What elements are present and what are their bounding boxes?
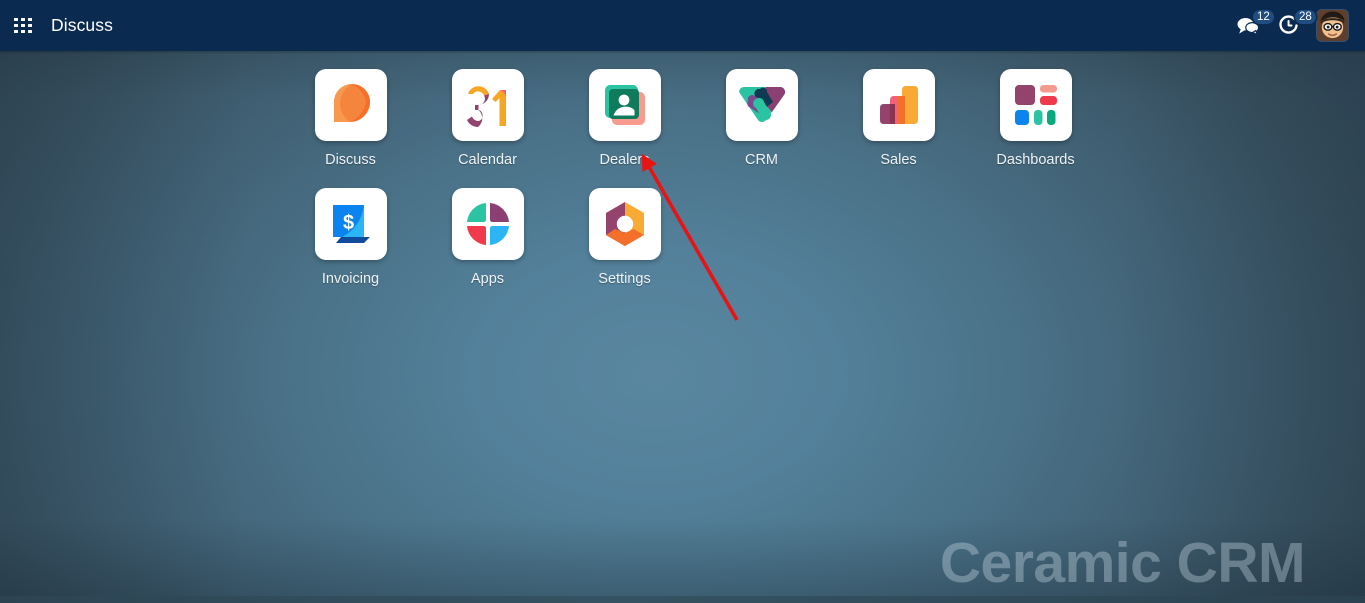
app-tile-discuss <box>314 69 387 141</box>
app-item-sales[interactable]: Sales <box>830 69 967 188</box>
app-item-calendar[interactable]: Calendar <box>419 69 556 188</box>
app-item-settings[interactable]: Settings <box>556 188 693 307</box>
messages-badge-count: 12 <box>1253 10 1274 24</box>
avatar-image <box>1317 10 1348 41</box>
navbar-right-group: 12 28 <box>1236 0 1365 51</box>
dashboards-app-icon <box>1014 85 1057 125</box>
dealers-app-icon <box>604 85 645 125</box>
app-tile-crm <box>725 69 798 141</box>
app-item-invoicing[interactable]: $ Invoicing <box>282 188 419 307</box>
app-tile-apps <box>451 188 524 260</box>
apps-menu-toggle-button[interactable] <box>0 0 46 51</box>
app-tile-calendar <box>451 69 524 141</box>
activities-badge-count: 28 <box>1295 10 1316 24</box>
app-tile-invoicing: $ <box>314 188 387 260</box>
app-item-discuss[interactable]: Discuss <box>282 69 419 188</box>
activities-menu-button[interactable]: 28 <box>1278 0 1316 51</box>
crm-app-icon <box>738 87 785 122</box>
grid-apps-icon <box>13 18 33 33</box>
app-label-crm: CRM <box>744 152 779 168</box>
messages-menu-button[interactable]: 12 <box>1236 0 1274 51</box>
desktop-bottom-strip <box>0 596 1365 603</box>
app-label-dealers: Dealers <box>599 152 650 168</box>
app-label-sales: Sales <box>880 152 917 168</box>
user-avatar[interactable] <box>1317 10 1348 41</box>
svg-text:$: $ <box>342 212 353 234</box>
app-item-apps[interactable]: Apps <box>419 188 556 307</box>
app-label-dashboards: Dashboards <box>996 152 1075 168</box>
top-navbar: Discuss 12 28 <box>0 0 1365 51</box>
app-tile-sales <box>862 69 935 141</box>
app-item-crm[interactable]: CRM <box>693 69 830 188</box>
app-label-settings: Settings <box>598 271 651 287</box>
app-item-dashboards[interactable]: Dashboards <box>967 69 1104 188</box>
discuss-app-icon <box>333 84 370 122</box>
app-launcher-grid: Discuss Calendar Dealers CRM Sales Dashb… <box>282 69 1142 307</box>
apps-app-icon <box>466 203 509 245</box>
app-label-apps: Apps <box>470 271 505 287</box>
calendar-app-icon <box>466 86 506 128</box>
app-tile-dashboards <box>999 69 1072 141</box>
app-label-invoicing: Invoicing <box>321 271 380 287</box>
app-tile-settings <box>588 188 661 260</box>
app-tile-dealers <box>588 69 661 141</box>
app-label-calendar: Calendar <box>458 152 517 168</box>
app-item-dealers[interactable]: Dealers <box>556 69 693 188</box>
navbar-app-title: Discuss <box>51 15 113 35</box>
invoicing-app-icon: $ <box>332 205 370 243</box>
settings-app-icon <box>605 202 644 246</box>
sales-app-icon <box>879 86 918 124</box>
navbar-shadow <box>0 51 1365 54</box>
app-label-discuss: Discuss <box>325 152 376 168</box>
